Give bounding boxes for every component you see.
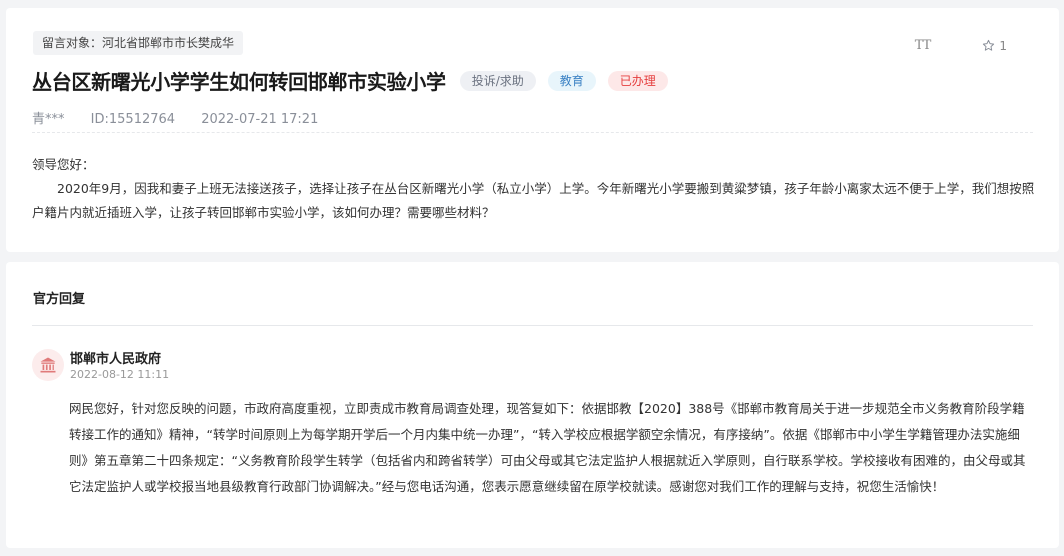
official-reply-card: 官方回复 邯郸市人民政府 2022-08-12 11:11 网民您好，针对您反映… bbox=[6, 262, 1059, 548]
government-building-icon bbox=[40, 357, 56, 373]
message-greeting: 领导您好： bbox=[32, 157, 95, 172]
reply-date: 2022-08-12 11:11 bbox=[70, 368, 170, 381]
status-badge: 已办理 bbox=[607, 70, 668, 91]
avatar bbox=[32, 349, 64, 381]
category-badge: 教育 bbox=[547, 70, 596, 91]
type-badge: 投诉/求助 bbox=[459, 70, 536, 91]
divider bbox=[32, 325, 1033, 326]
favorite-button[interactable]: 1 bbox=[982, 39, 1007, 53]
favorite-count: 1 bbox=[999, 38, 1007, 53]
star-outline-icon bbox=[983, 39, 995, 51]
message-meta: 青*** ID:15512764 2022-07-21 17:21 bbox=[32, 108, 340, 127]
page-title: 丛台区新曙光小学学生如何转回邯郸市实验小学 bbox=[32, 70, 446, 94]
reply-org-name: 邯郸市人民政府 bbox=[70, 352, 162, 367]
font-size-icon[interactable]: TT bbox=[915, 38, 932, 53]
message-id: ID:15512764 bbox=[90, 112, 176, 127]
author-name: 青*** bbox=[32, 112, 65, 127]
reply-section-title: 官方回复 bbox=[33, 292, 86, 307]
message-tools: TT 1 bbox=[915, 38, 1007, 53]
title-row: 丛台区新曙光小学学生如何转回邯郸市实验小学 投诉/求助 教育 已办理 bbox=[32, 66, 668, 95]
message-card: 留言对象：河北省邯郸市市长樊成华 TT 1 丛台区新曙光小学学生如何转回邯郸市实… bbox=[6, 8, 1059, 252]
message-body: 2020年9月，因我和妻子上班无法接送孩子，选择让孩子在丛台区新曙光小学（私立小… bbox=[32, 181, 1035, 220]
reply-body: 网民您好，针对您反映的问题，市政府高度重视，立即责成市教育局调查处理，现答复如下… bbox=[69, 401, 1026, 494]
message-datetime: 2022-07-21 17:21 bbox=[201, 112, 319, 127]
message-target-tag: 留言对象：河北省邯郸市市长樊成华 bbox=[33, 31, 244, 55]
message-content: 领导您好： 2020年9月，因我和妻子上班无法接送孩子，选择让孩子在丛台区新曙光… bbox=[32, 153, 1036, 225]
divider bbox=[32, 132, 1033, 133]
